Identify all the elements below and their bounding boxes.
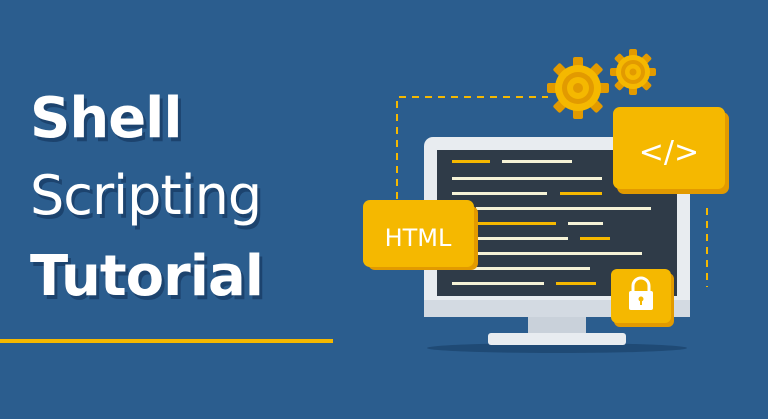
html-badge-label: HTML [385, 224, 452, 252]
code-icon: </> [639, 135, 699, 170]
illustration: HTML </> [363, 49, 729, 353]
lock-badge [611, 269, 674, 327]
gear-icon [547, 57, 609, 119]
monitor-stand [488, 314, 626, 345]
code-badge: </> [613, 107, 729, 194]
gear-icon [610, 49, 656, 95]
banner: Shell Scripting Tutorial HTML </> [0, 0, 768, 419]
html-badge: HTML [363, 200, 478, 270]
